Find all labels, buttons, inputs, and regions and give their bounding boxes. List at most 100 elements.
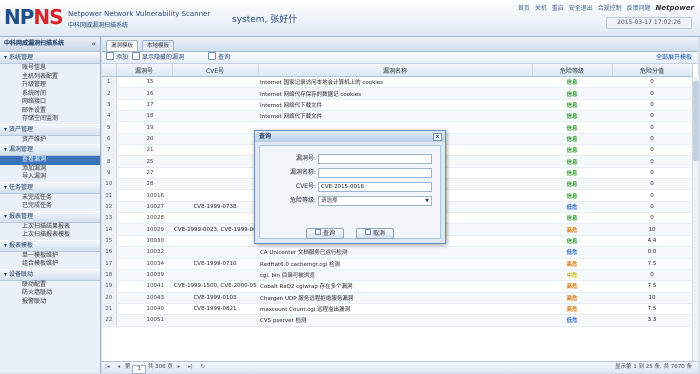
vertical-scrollbar[interactable] bbox=[692, 77, 699, 361]
col-header-level[interactable]: 危险等级 bbox=[532, 64, 613, 77]
prev-page-icon[interactable]: ◂ bbox=[117, 362, 120, 373]
level-select[interactable]: 请选择 ▼ bbox=[318, 196, 432, 206]
sidebar-group-label: 报表管理 bbox=[9, 212, 34, 220]
cell-name: CVS pserver 检测 bbox=[258, 314, 532, 327]
table-row[interactable]: 3 17 Internet 网络代下载文件 信息 0 bbox=[102, 99, 692, 112]
cancel-button[interactable]: 取消 bbox=[356, 228, 394, 239]
sidebar-item[interactable]: 报警联动 bbox=[0, 298, 100, 307]
sidebar-group[interactable]: ▾ 报表管理 bbox=[0, 210, 100, 223]
table-row[interactable]: 20 10043 CVE-1999-0103 Chargen UDP 服务远程拒绝服务… bbox=[102, 292, 692, 304]
refresh-icon[interactable]: ↻ bbox=[201, 362, 206, 373]
table-row[interactable]: 18 10039 cgi. bin 目录可被浏览 中危 0 bbox=[102, 269, 692, 282]
table-row[interactable]: 22 10051 CVS pserver 检测 低危 3.3 bbox=[102, 314, 692, 327]
query-submit-label: 查询 bbox=[322, 230, 335, 237]
sidebar-group[interactable]: ▾ 资产管理 bbox=[0, 123, 100, 136]
cve-input[interactable] bbox=[318, 182, 432, 192]
cell-cve bbox=[172, 87, 258, 100]
last-page-icon[interactable]: ▸| bbox=[188, 362, 193, 373]
nav-shutdown-link[interactable]: 关机 bbox=[535, 5, 547, 12]
sidebar-item[interactable]: 导入漏洞 bbox=[0, 173, 100, 182]
tab-vuln-template[interactable]: 漏洞模板 bbox=[106, 40, 139, 51]
row-number: 1 bbox=[102, 76, 117, 89]
cell-level: 信息 bbox=[532, 133, 612, 146]
logo-main: NP bbox=[4, 5, 34, 29]
collapse-sidebar-icon[interactable]: « bbox=[91, 37, 96, 51]
table-row[interactable]: 17 10034 CVE-1999-0710 RedHat6.0 cachemgr.c… bbox=[102, 258, 692, 270]
add-button[interactable]: 添加 bbox=[106, 52, 128, 63]
query-button-label: 查询 bbox=[218, 54, 231, 61]
row-number: 18 bbox=[102, 269, 117, 282]
sidebar-group[interactable]: ▾ 设备联动 bbox=[0, 268, 100, 281]
sidebar-item[interactable]: 上次扫描报表模板 bbox=[0, 231, 100, 240]
cell-vuln-id: 10027 bbox=[116, 201, 172, 214]
row-number: 10 bbox=[102, 178, 117, 191]
sidebar-item[interactable]: 查看漏洞 bbox=[0, 156, 100, 165]
table-row[interactable]: 21 10049 CVE-1999-0821 maxcount Count.cgi 远… bbox=[102, 303, 692, 316]
vuln-id-input[interactable] bbox=[318, 154, 432, 164]
cell-score: 0 bbox=[612, 121, 692, 134]
next-page-icon[interactable]: ▸ bbox=[178, 362, 181, 373]
nav-feedback-link[interactable]: 反馈问题 bbox=[627, 5, 651, 12]
cell-level: 低危 bbox=[532, 201, 612, 214]
sidebar-item[interactable]: 防火墙联动 bbox=[0, 289, 100, 298]
sidebar-item[interactable]: 存储空间监测 bbox=[0, 115, 100, 124]
col-header-cve[interactable]: CVE号 bbox=[172, 64, 259, 77]
tab-local-template[interactable]: 本地模板 bbox=[142, 40, 175, 51]
sidebar-item[interactable]: 联动配置 bbox=[0, 281, 100, 290]
table-row[interactable]: 2 16 Internet 网络代存保存的数据记 cookies 信息 0 bbox=[102, 87, 692, 100]
cell-cve bbox=[172, 76, 258, 89]
show-hidden-button[interactable]: 显示隐藏的漏洞 bbox=[132, 52, 184, 63]
cell-score: 0 bbox=[612, 201, 692, 214]
sidebar-item[interactable]: 单一模板维护 bbox=[0, 252, 100, 261]
nav-logout-link[interactable]: 安全退出 bbox=[569, 5, 593, 12]
sidebar-item[interactable]: 主机列表配置 bbox=[0, 73, 100, 82]
cell-name: RedHat6.0 cachemgr.cgi 检测 bbox=[258, 258, 532, 270]
query-submit-button[interactable]: 查询 bbox=[306, 228, 344, 239]
sidebar-item[interactable]: 添加漏洞 bbox=[0, 165, 100, 174]
sidebar-group[interactable]: ▾ 任务管理 bbox=[0, 181, 100, 194]
table-row[interactable]: 19 10041 CVE-1999-1500, CVE-2000-05 Cobalt … bbox=[102, 280, 692, 293]
first-page-icon[interactable]: |◂ bbox=[105, 362, 110, 373]
cell-level: 低危 bbox=[532, 246, 612, 259]
sidebar-item[interactable]: 升级管理 bbox=[0, 81, 100, 90]
col-header-name[interactable]: 漏洞名称 bbox=[258, 64, 533, 77]
sidebar-group[interactable]: ▾ 漏洞管理 bbox=[0, 144, 100, 156]
table-row[interactable]: 4 18 Internet 网络代下载文件 信息 0 bbox=[102, 110, 692, 123]
row-number: 4 bbox=[102, 110, 117, 123]
nav-home-link[interactable]: 首页 bbox=[518, 5, 530, 12]
sidebar-item[interactable]: 未完成任务 bbox=[0, 194, 100, 203]
view-icon bbox=[132, 52, 140, 60]
cell-score: 0 bbox=[612, 167, 692, 180]
vuln-name-input[interactable] bbox=[318, 168, 432, 178]
sidebar-item[interactable]: 资产维护 bbox=[0, 136, 100, 145]
sidebar-item[interactable]: 邮件设置 bbox=[0, 107, 100, 116]
clock-display: 2015-03-17 17:02:26 bbox=[606, 17, 692, 29]
query-button[interactable]: 查询 bbox=[208, 52, 230, 63]
close-icon[interactable]: x bbox=[433, 133, 442, 141]
sidebar-item[interactable]: 组合模板维护 bbox=[0, 260, 100, 269]
nav-compliance-link[interactable]: 合规控制 bbox=[598, 5, 622, 12]
sidebar-item[interactable]: 账号信息 bbox=[0, 64, 100, 73]
vuln-id-row: 漏洞号: bbox=[260, 154, 440, 164]
row-number: 12 bbox=[102, 201, 117, 214]
collapse-icon: ▾ bbox=[4, 54, 8, 61]
cell-cve bbox=[172, 99, 258, 112]
level-select-value: 请选择 bbox=[321, 198, 338, 204]
sidebar-group[interactable]: ▾ 报表模板 bbox=[0, 239, 100, 252]
expand-all-link[interactable]: 全部展开模板 bbox=[656, 52, 692, 63]
sidebar-group[interactable]: ▾ 系统管理 bbox=[0, 52, 100, 64]
dialog-title: 查询 bbox=[259, 133, 272, 140]
sidebar-item[interactable]: 已完成任务 bbox=[0, 202, 100, 211]
cell-vuln-id: 10029 bbox=[116, 223, 172, 236]
nav-restart-link[interactable]: 重启 bbox=[552, 5, 564, 12]
sidebar-item[interactable]: 系统时间 bbox=[0, 90, 100, 99]
scrollbar-thumb[interactable] bbox=[693, 81, 699, 161]
col-header-score[interactable]: 危险分值 bbox=[612, 64, 693, 77]
table-row[interactable]: 1 15 Internet 国家记录访问本地会计算机上的 cookies 信息 0 bbox=[102, 76, 692, 89]
chevron-down-icon: ▼ bbox=[425, 198, 429, 204]
sidebar-item[interactable]: 网络接口 bbox=[0, 98, 100, 107]
col-header-vuln-id[interactable]: 漏洞号 bbox=[116, 64, 173, 77]
cell-score: 10 bbox=[612, 223, 692, 236]
sidebar-item[interactable]: 上次扫描结果报表 bbox=[0, 223, 100, 232]
table-row[interactable]: 16 10032 CA Unicenter 文档服务已运行检测 低危 0.0 bbox=[102, 246, 692, 259]
